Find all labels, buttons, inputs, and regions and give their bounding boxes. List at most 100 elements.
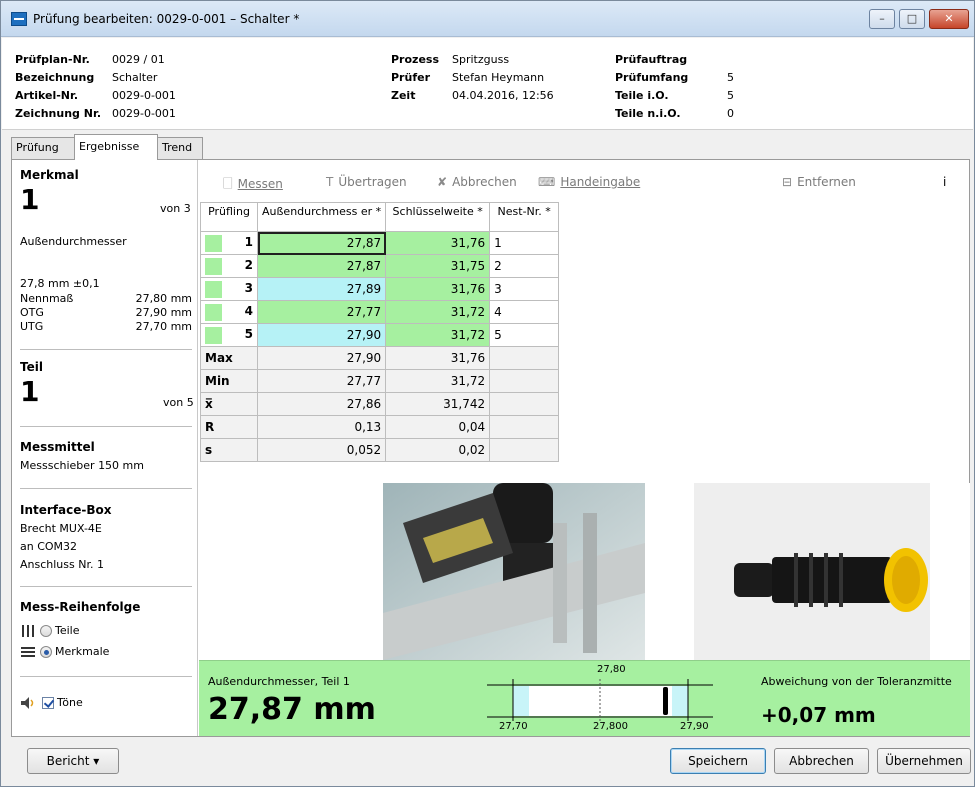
messen-label: Messen xyxy=(237,177,283,191)
abbrechen-tool-button[interactable]: ✘ Abbrechen xyxy=(437,175,517,189)
maximize-button[interactable]: □ xyxy=(899,9,925,29)
info-button[interactable]: i xyxy=(943,175,946,189)
cell-nest[interactable]: 5 xyxy=(489,323,560,347)
cell-schluesselweite[interactable]: 31,76 xyxy=(385,231,491,255)
row-indicator[interactable]: 5 xyxy=(200,323,258,347)
radio-merkmale-label: Merkmale xyxy=(55,645,110,658)
spec-value: 27,90 mm xyxy=(135,306,192,319)
reihenfolge-title: Mess-Reihenfolge xyxy=(20,600,141,614)
title-bar: Prüfung bearbeiten: 0029-0-001 – Schalte… xyxy=(1,1,974,37)
cell-nest[interactable]: 1 xyxy=(489,231,560,255)
col-header-schluesselweite[interactable]: Schlüsselweite * xyxy=(385,202,491,232)
cell-aussendurchmesser[interactable]: 27,87 xyxy=(256,254,387,278)
messen-button[interactable]: 🗌 Messen xyxy=(223,175,283,196)
status-label: Außendurchmesser, Teil 1 xyxy=(208,675,350,688)
table-row[interactable]: 5 27,90 31,72 5 xyxy=(200,323,560,347)
header-col-process: Prozess Spritzguss Prüfer Stefan Heymann Z… xyxy=(391,51,554,105)
row-number: 3 xyxy=(244,280,253,295)
cell-nest[interactable]: 3 xyxy=(489,277,560,301)
uebernehmen-button[interactable]: Übernehmen xyxy=(877,748,971,774)
header-value: 0029-0-001 xyxy=(112,89,176,102)
interface-line: Anschluss Nr. 1 xyxy=(20,558,104,571)
stats-row-mean: x̅ 27,86 31,742 xyxy=(200,392,560,416)
row-indicator[interactable]: 3 xyxy=(200,277,258,301)
header-row: Prüfauftrag xyxy=(615,51,734,69)
radio-teile[interactable] xyxy=(39,625,52,637)
cell-aussendurchmesser[interactable]: 27,87 xyxy=(256,231,387,255)
tolerance-scale xyxy=(487,679,713,721)
minimize-button[interactable]: – xyxy=(869,9,895,29)
header-label: Teile n.i.O. xyxy=(615,107,681,120)
stat-label: x̅ xyxy=(200,392,258,416)
teil-title: Teil xyxy=(20,360,43,374)
scale-mid-label: 27,800 xyxy=(593,721,628,732)
scale-top-label: 27,80 xyxy=(597,664,626,675)
spec-row-utg: UTG 27,70 mm xyxy=(20,320,192,333)
tab-pruefung[interactable]: Prüfung xyxy=(11,137,75,159)
col-header-pruefling[interactable]: Prüfling xyxy=(200,202,258,232)
cell-aussendurchmesser[interactable]: 27,77 xyxy=(256,300,387,324)
header-row: Prüfumfang 5 xyxy=(615,69,734,87)
spec-label: UTG xyxy=(20,320,44,333)
table-row[interactable]: 3 27,89 31,76 3 xyxy=(200,277,560,301)
cell-nest[interactable]: 4 xyxy=(489,300,560,324)
merkmal-number: 1 xyxy=(20,183,40,216)
entfernen-label: Entfernen xyxy=(797,175,856,189)
row-indicator[interactable]: 2 xyxy=(200,254,258,278)
entfernen-button[interactable]: ⊟ Entfernen xyxy=(782,175,856,189)
tab-ergebnisse[interactable]: Ergebnisse xyxy=(74,134,158,160)
cell-schluesselweite[interactable]: 31,76 xyxy=(385,277,491,301)
stat-schluesselweite: 0,02 xyxy=(385,438,491,462)
header-value: 5 xyxy=(727,71,734,84)
caliper-photo xyxy=(383,483,645,660)
abbrechen-tool-label: Abbrechen xyxy=(452,175,517,189)
row-indicator[interactable]: 1 xyxy=(200,231,258,255)
divider xyxy=(20,349,192,350)
measurement-status: Außendurchmesser, Teil 1 27,87 mm 27,80 … xyxy=(199,660,970,736)
keyboard-icon: ⌨ xyxy=(538,175,556,189)
toene-checkbox[interactable] xyxy=(41,697,54,709)
table-row[interactable]: 2 27,87 31,75 2 xyxy=(200,254,560,278)
header-label: Prüfauftrag xyxy=(615,53,688,66)
col-header-aussendurchmesser[interactable]: Außendurchmess er * xyxy=(256,202,387,232)
stats-row-min: Min 27,77 31,72 xyxy=(200,369,560,393)
header-value: 0 xyxy=(727,107,734,120)
col-header-nest[interactable]: Nest-Nr. * xyxy=(489,202,560,232)
abbrechen-button[interactable]: Abbrechen xyxy=(774,748,869,774)
handeingabe-button[interactable]: ⌨ Handeingabe xyxy=(538,175,640,189)
close-button[interactable]: ✕ xyxy=(929,9,969,29)
divider xyxy=(20,488,192,489)
header-label: Prüfer xyxy=(391,71,430,84)
caliper-icon: 🗌 xyxy=(223,177,233,191)
toene-option[interactable]: Töne xyxy=(20,696,83,710)
spec-value: 27,70 mm xyxy=(135,320,192,333)
stat-label: Min xyxy=(200,369,258,393)
minus-box-icon: ⊟ xyxy=(782,175,793,189)
photo-area xyxy=(199,483,970,660)
stat-aussendurchmesser: 27,90 xyxy=(256,346,387,370)
bericht-label: Bericht xyxy=(46,754,90,768)
info-icon: i xyxy=(943,175,947,189)
cell-nest[interactable]: 2 xyxy=(489,254,560,278)
table-row[interactable]: 1 27,87 31,76 1 xyxy=(200,231,560,255)
cell-schluesselweite[interactable]: 31,75 xyxy=(385,254,491,278)
cell-aussendurchmesser[interactable]: 27,89 xyxy=(256,277,387,301)
radio-merkmale[interactable] xyxy=(39,646,52,658)
cell-aussendurchmesser[interactable]: 27,90 xyxy=(256,323,387,347)
radio-merkmale-option[interactable]: Merkmale xyxy=(20,645,109,659)
row-indicator[interactable]: 4 xyxy=(200,300,258,324)
table-row[interactable]: 4 27,77 31,72 4 xyxy=(200,300,560,324)
deviation-value: +0,07 mm xyxy=(761,703,876,727)
radio-teile-option[interactable]: Teile xyxy=(20,624,80,638)
header-label: Bezeichnung xyxy=(15,71,95,84)
teil-number: 1 xyxy=(20,375,40,408)
uebertragen-button[interactable]: T Übertragen xyxy=(326,175,407,189)
speichern-button[interactable]: Speichern xyxy=(670,748,766,774)
bericht-dropdown-button[interactable]: Bericht ▾ xyxy=(27,748,119,774)
measurement-toolbar: 🗌 Messen T Übertragen ✘ Abbrechen ⌨ Handeing… xyxy=(199,160,970,202)
cell-schluesselweite[interactable]: 31,72 xyxy=(385,300,491,324)
cell-schluesselweite[interactable]: 31,72 xyxy=(385,323,491,347)
tab-trend[interactable]: Trend xyxy=(157,137,203,159)
transfer-icon: T xyxy=(326,175,334,189)
spec-value: 27,80 mm xyxy=(135,292,192,305)
